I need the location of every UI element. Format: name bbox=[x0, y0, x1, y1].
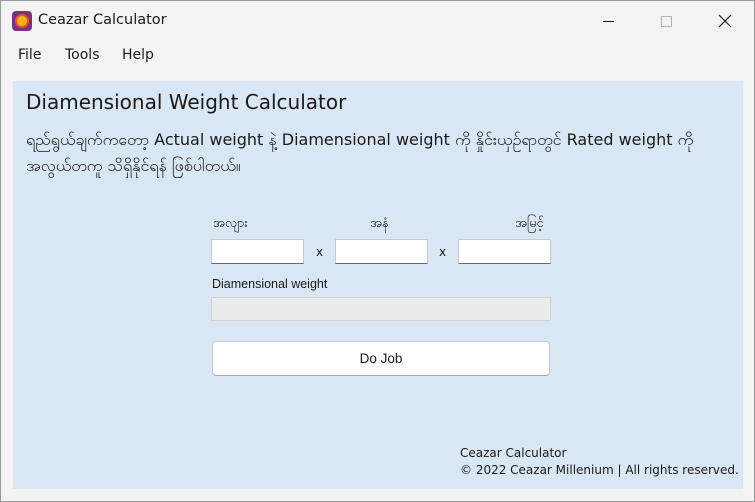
app-window: Ceazar Calculator File Tools Help Diamen… bbox=[0, 0, 755, 502]
maximize-icon bbox=[660, 15, 672, 27]
calculator-panel: Diamensional Weight Calculator ရည်ရွယ်ချ… bbox=[13, 81, 743, 489]
menu-bar: File Tools Help bbox=[1, 41, 754, 71]
length-input[interactable] bbox=[211, 239, 304, 264]
close-button[interactable] bbox=[696, 1, 754, 41]
length-label: အလျား bbox=[213, 216, 248, 231]
result-label: Diamensional weight bbox=[212, 277, 328, 291]
close-icon bbox=[718, 14, 732, 28]
result-field bbox=[211, 297, 551, 321]
minimize-icon bbox=[602, 20, 614, 22]
width-label: အနံ bbox=[370, 216, 389, 231]
height-label: အမြင့် bbox=[515, 216, 544, 231]
do-job-button[interactable]: Do Job bbox=[212, 341, 550, 376]
menu-file[interactable]: File bbox=[18, 47, 41, 63]
multiply-sign: x bbox=[316, 245, 324, 259]
maximize-button[interactable] bbox=[637, 1, 695, 41]
footer-app-name: Ceazar Calculator bbox=[460, 446, 567, 460]
app-logo-icon bbox=[12, 11, 32, 31]
panel-title: Diamensional Weight Calculator bbox=[26, 90, 347, 114]
width-input[interactable] bbox=[335, 239, 428, 264]
title-bar[interactable]: Ceazar Calculator bbox=[1, 1, 754, 41]
height-input[interactable] bbox=[458, 239, 551, 264]
panel-description: ရည်ရွယ်ချက်ကတော့ Actual weight နဲ့ Diame… bbox=[26, 130, 694, 175]
minimize-button[interactable] bbox=[579, 1, 637, 41]
menu-help[interactable]: Help bbox=[122, 47, 154, 63]
window-title: Ceazar Calculator bbox=[38, 12, 167, 28]
footer-copyright: © 2022 Ceazar Millenium | All rights res… bbox=[460, 463, 739, 477]
menu-tools[interactable]: Tools bbox=[65, 47, 100, 63]
multiply-sign: x bbox=[439, 245, 447, 259]
